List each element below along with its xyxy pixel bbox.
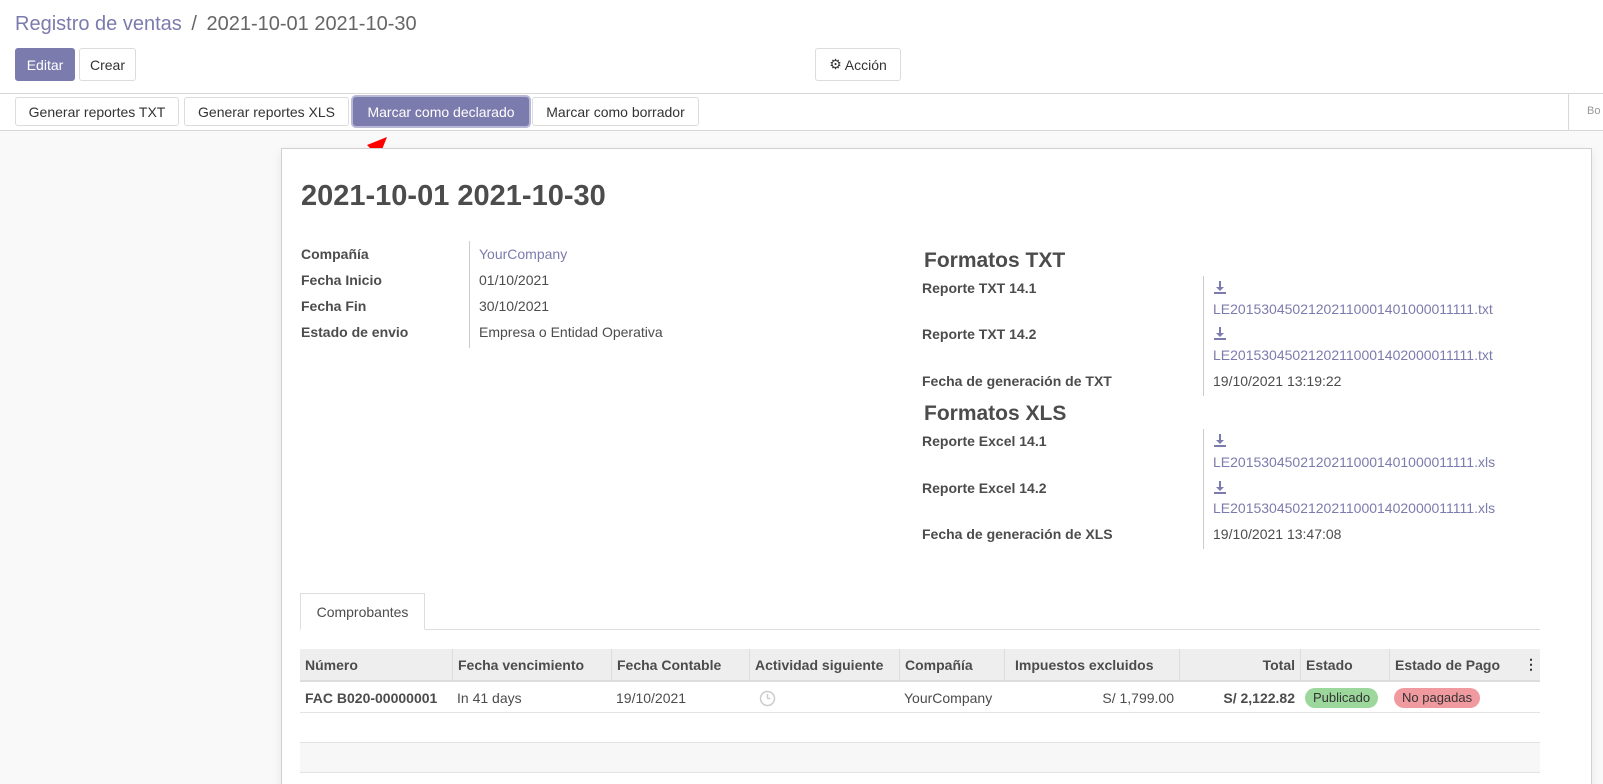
edit-button[interactable]: Editar — [15, 48, 75, 81]
xls-report-141-label: Reporte Excel 14.1 — [922, 433, 1047, 449]
column-options-icon[interactable]: ⋮ — [1524, 656, 1538, 673]
txt-report-141-label: Reporte TXT 14.1 — [922, 280, 1037, 296]
table-row[interactable]: FAC B020-00000001 In 41 days 19/10/2021 … — [300, 683, 1540, 713]
col-numero[interactable]: Número — [300, 649, 452, 682]
action-label: Acción — [844, 56, 887, 73]
create-button[interactable]: Crear — [79, 48, 136, 81]
cell-impuestos: S/ 1,799.00 — [1102, 690, 1174, 706]
txt-report-142-label: Reporte TXT 14.2 — [922, 326, 1037, 342]
breadcrumb: Registro de ventas / 2021-10-01 2021-10-… — [15, 13, 417, 36]
end-date-label: Fecha Fin — [301, 298, 367, 314]
cell-compania: YourCompany — [904, 690, 993, 706]
col-fecha-vencimiento[interactable]: Fecha vencimiento — [452, 649, 611, 682]
cell-numero: FAC B020-00000001 — [305, 690, 438, 706]
tabs-baseline — [300, 629, 1540, 630]
company-label: Compañía — [301, 246, 369, 262]
action-dropdown-button[interactable]: ⚙ Acción — [815, 48, 901, 81]
xls-report-142-label: Reporte Excel 14.2 — [922, 480, 1047, 496]
download-icon[interactable] — [1213, 434, 1227, 448]
download-icon[interactable] — [1213, 281, 1227, 295]
txt-section-title: Formatos TXT — [924, 249, 1066, 272]
breadcrumb-parent-link[interactable]: Registro de ventas — [15, 13, 182, 35]
cell-fecha-contable: 19/10/2021 — [616, 690, 687, 706]
cell-vencimiento: In 41 days — [457, 690, 522, 706]
xls-generation-date-value: 19/10/2021 13:47:08 — [1213, 526, 1342, 542]
record-title: 2021-10-01 2021-10-30 — [301, 180, 606, 212]
txt-report-142-file-link[interactable]: LE20153045021202110001402000011111.txt — [1213, 347, 1493, 363]
clock-icon[interactable] — [759, 690, 776, 707]
txt-generation-date-label: Fecha de generación de TXT — [922, 373, 1112, 389]
col-impuestos-excluidos[interactable]: Impuestos excluidos — [1004, 649, 1179, 682]
txt-group-divider — [1203, 276, 1204, 396]
txt-generation-date-value: 19/10/2021 13:19:22 — [1213, 373, 1342, 389]
start-date-value: 01/10/2021 — [479, 272, 550, 288]
xls-generation-date-label: Fecha de generación de XLS — [922, 526, 1113, 542]
control-panel: Registro de ventas / 2021-10-01 2021-10-… — [0, 0, 1603, 94]
status-badge-no-pagadas: No pagadas — [1394, 688, 1481, 708]
start-date-label: Fecha Inicio — [301, 272, 382, 288]
col-estado[interactable]: Estado — [1300, 649, 1389, 682]
tab-comprobantes[interactable]: Comprobantes — [300, 593, 425, 630]
table-row-empty — [300, 713, 1540, 743]
xls-section-title: Formatos XLS — [924, 402, 1067, 425]
table-header: Número Fecha vencimiento Fecha Contable … — [300, 649, 1540, 682]
status-indicator: Bo — [1568, 94, 1603, 130]
col-actividad-siguiente[interactable]: Actividad siguiente — [749, 649, 899, 682]
breadcrumb-separator: / — [191, 13, 197, 35]
send-status-label: Estado de envio — [301, 324, 409, 340]
col-fecha-contable[interactable]: Fecha Contable — [611, 649, 749, 682]
status-badge-publicado: Publicado — [1305, 688, 1379, 708]
xls-group-divider — [1203, 429, 1204, 549]
download-icon[interactable] — [1213, 327, 1227, 341]
left-group-divider — [469, 241, 470, 348]
generate-txt-button[interactable]: Generar reportes TXT — [15, 97, 179, 126]
statusbar: Generar reportes TXT Generar reportes XL… — [0, 94, 1603, 131]
form-sheet: 2021-10-01 2021-10-30 Compañía YourCompa… — [281, 148, 1592, 784]
send-status-value: Empresa o Entidad Operativa — [479, 324, 663, 340]
col-total[interactable]: Total — [1179, 649, 1300, 682]
download-icon[interactable] — [1213, 481, 1227, 495]
mark-draft-button[interactable]: Marcar como borrador — [532, 97, 699, 126]
table-row-empty — [300, 743, 1540, 773]
company-value-link[interactable]: YourCompany — [479, 246, 567, 262]
gear-icon: ⚙ — [829, 56, 842, 72]
xls-report-142-file-link[interactable]: LE20153045021202110001402000011111.xls — [1213, 500, 1495, 516]
end-date-value: 30/10/2021 — [479, 298, 550, 314]
xls-report-141-file-link[interactable]: LE20153045021202110001401000011111.xls — [1213, 454, 1495, 470]
mark-declared-button[interactable]: Marcar como declarado — [353, 97, 529, 126]
txt-report-141-file-link[interactable]: LE20153045021202110001401000011111.txt — [1213, 301, 1493, 317]
generate-xls-button[interactable]: Generar reportes XLS — [184, 97, 349, 126]
col-compania[interactable]: Compañía — [899, 649, 1004, 682]
breadcrumb-current: 2021-10-01 2021-10-30 — [206, 13, 417, 35]
col-estado-pago[interactable]: Estado de Pago — [1389, 649, 1534, 682]
cell-total: S/ 2,122.82 — [1223, 690, 1295, 706]
